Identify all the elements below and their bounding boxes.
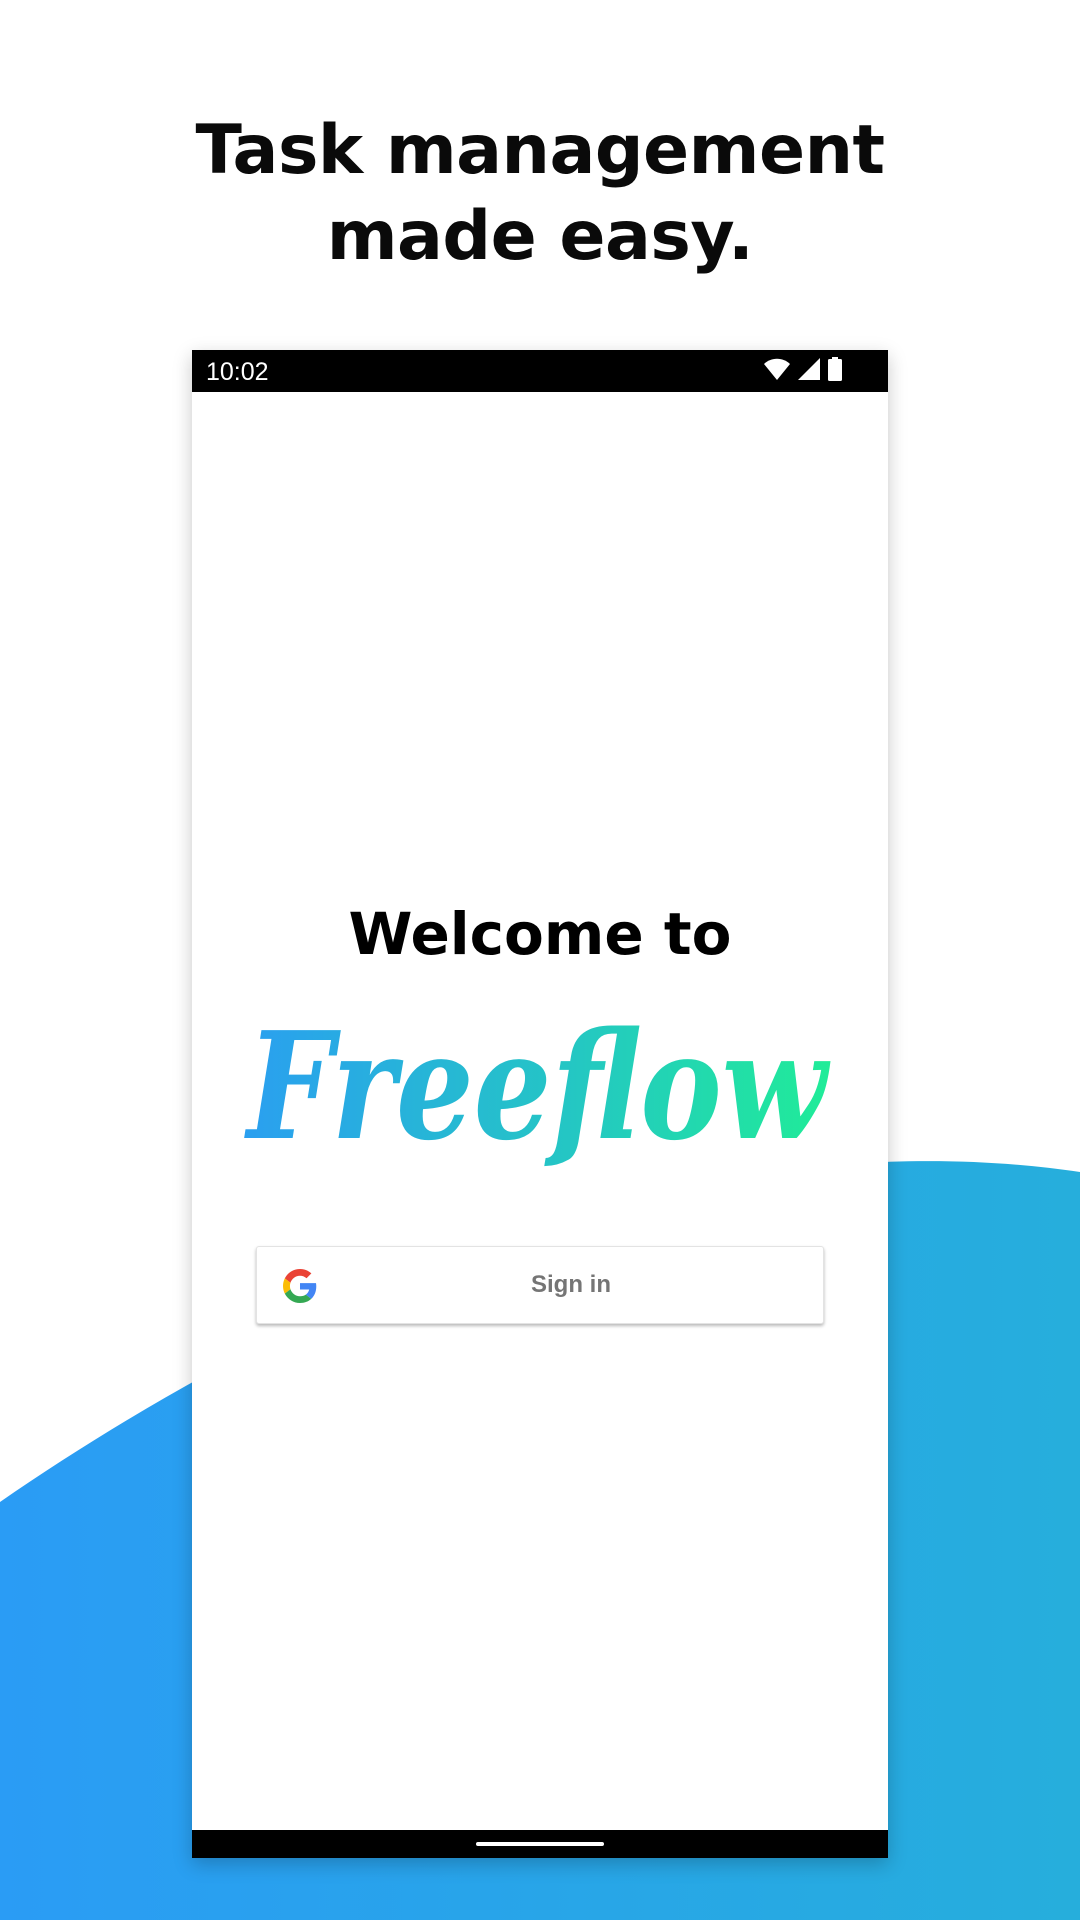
home-indicator[interactable]: [476, 1842, 604, 1846]
logo-text: Freeflow: [244, 1010, 831, 1173]
freeflow-logo: Freeflow: [244, 1010, 831, 1173]
status-icons: [764, 356, 842, 386]
headline: Task management made easy.: [0, 108, 1080, 280]
google-icon: [283, 1269, 317, 1303]
status-time: 10:02: [206, 358, 269, 386]
battery-icon: [828, 356, 842, 386]
signal-icon: [798, 357, 820, 385]
headline-line-1: Task management: [195, 111, 885, 190]
navigation-bar: [192, 1830, 888, 1858]
status-bar: 10:02: [192, 350, 888, 392]
phone-screen: 10:02 Welcome to Freeflow Sign in: [192, 350, 888, 1858]
headline-line-2: made easy.: [326, 197, 754, 276]
sign-in-label: Sign in: [531, 1271, 611, 1298]
wifi-icon: [764, 358, 790, 385]
welcome-heading: Welcome to: [348, 900, 732, 968]
google-sign-in-button[interactable]: Sign in: [256, 1246, 824, 1324]
